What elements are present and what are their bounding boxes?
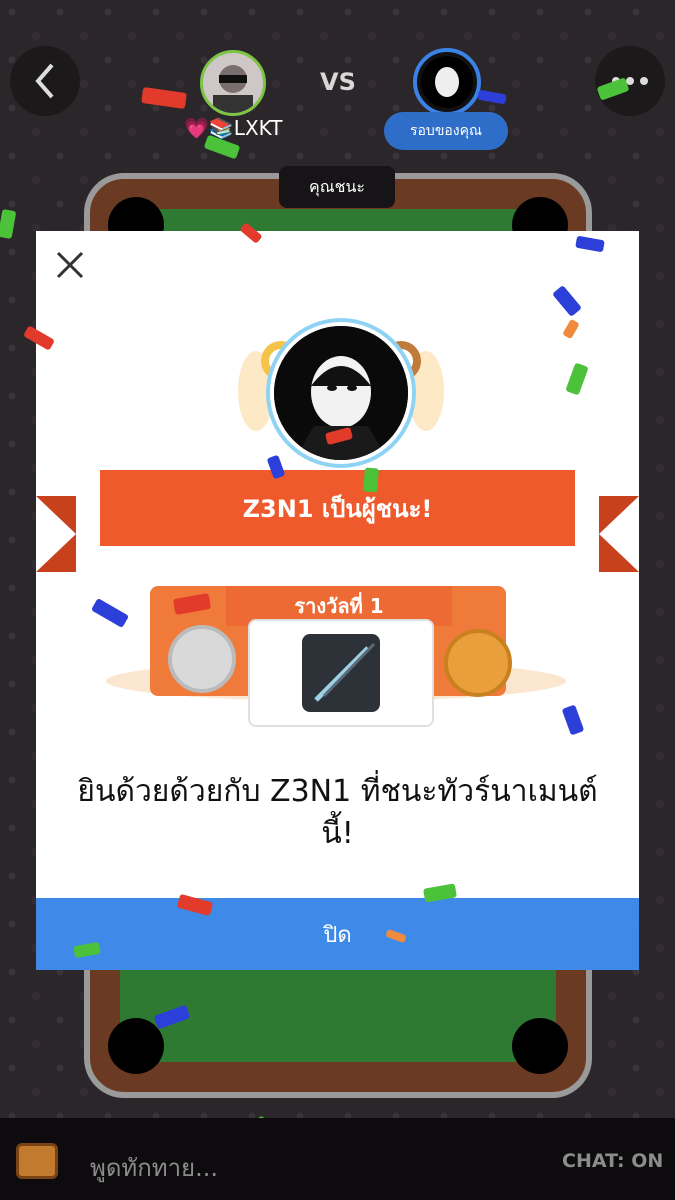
- opponent-avatar-image: [213, 65, 253, 113]
- confetti: [362, 467, 380, 493]
- chat-toggle[interactable]: CHAT: ON: [562, 1150, 663, 1172]
- gold-coin-icon: [444, 629, 512, 697]
- prize-card: [248, 619, 434, 727]
- winner-title: Z3N1 เป็นผู้ชนะ!: [100, 470, 575, 546]
- ribbon-tail-left: [36, 496, 76, 572]
- player-avatar-image: [421, 56, 473, 108]
- winner-tag: คุณชนะ: [279, 166, 395, 208]
- chest-icon[interactable]: [16, 1143, 58, 1179]
- back-arrow-icon: [35, 63, 54, 99]
- winner-avatar: [270, 322, 412, 464]
- opponent-name: 💗📚LXKT: [184, 116, 283, 140]
- back-button[interactable]: [10, 46, 80, 116]
- congrats-message: ยินด้วยด้วยกับ Z3N1 ที่ชนะทัวร์นาเมนต์นี…: [77, 774, 598, 851]
- chat-input[interactable]: พูดทักทาย...: [90, 1148, 218, 1187]
- silver-coin-icon: [168, 625, 236, 693]
- winner-modal: Z3N1 เป็นผู้ชนะ! รางวัลที่ 1 ยินด้วยด้วย…: [36, 231, 639, 970]
- close-button[interactable]: ปิด: [36, 898, 639, 970]
- player-avatar[interactable]: [413, 48, 481, 116]
- ribbon-tail-right: [599, 496, 639, 572]
- vs-label: VS: [320, 68, 356, 96]
- turn-badge: รอบของคุณ: [384, 112, 508, 150]
- cue-icon: [302, 634, 380, 712]
- pocket: [512, 1018, 568, 1074]
- more-button[interactable]: [595, 46, 665, 116]
- close-icon[interactable]: [50, 245, 90, 285]
- pocket: [108, 1018, 164, 1074]
- opponent-avatar[interactable]: [200, 50, 266, 116]
